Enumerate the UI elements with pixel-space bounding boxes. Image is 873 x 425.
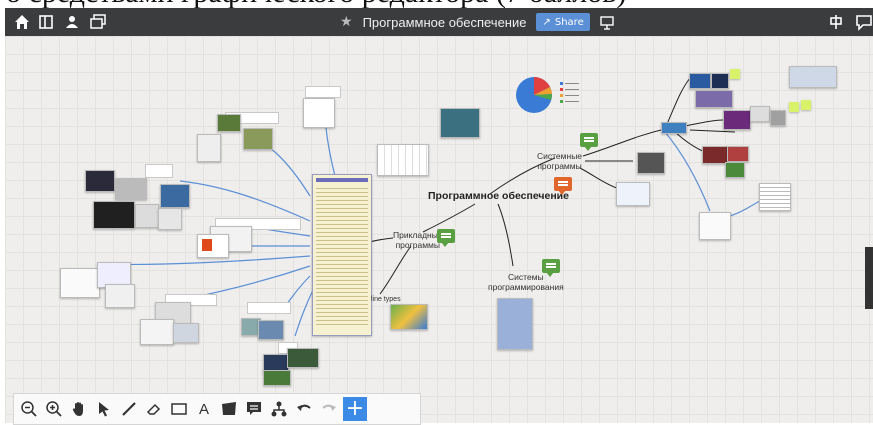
image-thumbnail[interactable] xyxy=(115,178,147,200)
image-thumbnail[interactable] xyxy=(390,304,428,330)
image-thumbnail[interactable] xyxy=(160,184,190,208)
document-text-strip: о средствами графического редактора (7 б… xyxy=(0,0,873,8)
link-card[interactable] xyxy=(247,302,291,314)
image-thumbnail[interactable] xyxy=(287,348,319,368)
image-thumbnail[interactable] xyxy=(217,114,241,132)
sticky-note[interactable] xyxy=(730,69,740,79)
image-thumbnail[interactable] xyxy=(661,122,687,134)
add-icon[interactable]: + xyxy=(343,397,367,421)
comment-marker[interactable] xyxy=(437,229,455,247)
comment-marker[interactable] xyxy=(542,259,560,277)
image-thumbnail[interactable] xyxy=(85,170,115,192)
rectangle-icon[interactable] xyxy=(168,398,190,420)
image-thumbnail[interactable] xyxy=(243,128,273,150)
image-thumbnail[interactable] xyxy=(105,284,135,308)
side-panel-tab[interactable] xyxy=(865,247,873,309)
board-title[interactable]: Программное обеспечение xyxy=(363,15,527,30)
image-thumbnail[interactable] xyxy=(695,90,733,108)
image-thumbnail[interactable] xyxy=(93,201,135,229)
zoom-out-icon[interactable] xyxy=(18,398,40,420)
top-bar: ★ Программное обеспечение ↗ Share xyxy=(5,8,873,36)
sticky-note[interactable] xyxy=(801,100,811,110)
pointer-icon[interactable] xyxy=(93,398,115,420)
board-canvas[interactable]: Программное обеспечение Системные програ… xyxy=(5,36,873,423)
image-thumbnail[interactable] xyxy=(258,320,284,340)
image-thumbnail[interactable] xyxy=(711,73,729,89)
share-icon: ↗ xyxy=(542,16,551,28)
doc-lines xyxy=(316,185,368,325)
image-thumbnail[interactable] xyxy=(637,152,665,174)
image-thumbnail[interactable] xyxy=(158,208,182,230)
image-thumbnail[interactable] xyxy=(616,182,650,206)
library-icon[interactable] xyxy=(37,13,55,31)
image-thumbnail[interactable] xyxy=(723,110,751,130)
image-thumbnail[interactable] xyxy=(750,106,770,122)
image-thumbnail[interactable] xyxy=(440,108,480,138)
presentation-icon[interactable] xyxy=(600,15,614,30)
image-thumbnail[interactable] xyxy=(135,204,159,228)
pie-icon xyxy=(516,77,579,113)
comment-icon[interactable] xyxy=(855,13,873,31)
redo-icon[interactable] xyxy=(318,398,340,420)
image-thumbnail[interactable] xyxy=(789,66,837,88)
image-thumbnail[interactable] xyxy=(770,110,786,126)
hand-icon[interactable] xyxy=(68,398,90,420)
share-button[interactable]: ↗ Share xyxy=(536,13,590,31)
pie-chart-thumbnail[interactable] xyxy=(510,74,588,114)
mindmap-icon[interactable] xyxy=(268,398,290,420)
office-logo-thumbnail[interactable] xyxy=(197,234,229,258)
image-thumbnail[interactable] xyxy=(699,212,731,240)
image-thumbnail[interactable] xyxy=(303,98,335,128)
link-card[interactable] xyxy=(145,164,173,178)
image-thumbnail[interactable] xyxy=(497,298,533,350)
comment-icon[interactable] xyxy=(243,398,265,420)
home-icon[interactable] xyxy=(13,13,31,31)
doc-header-bar xyxy=(316,178,368,182)
eraser-icon[interactable] xyxy=(143,398,165,420)
image-thumbnail[interactable] xyxy=(140,319,174,345)
comment-marker[interactable] xyxy=(580,133,598,151)
image-thumbnail[interactable] xyxy=(60,268,100,298)
office-icon xyxy=(202,239,212,251)
sub-node-line-types[interactable]: line types xyxy=(371,296,401,303)
image-thumbnail[interactable] xyxy=(759,183,791,211)
root-node[interactable]: Программное обеспечение xyxy=(428,190,569,202)
branch-applied-programs[interactable]: Прикладные программы xyxy=(393,230,443,250)
central-document-thumbnail[interactable] xyxy=(312,174,372,336)
text-icon[interactable]: A xyxy=(193,398,215,420)
users-icon[interactable] xyxy=(63,13,81,31)
pen-icon[interactable] xyxy=(118,398,140,420)
image-thumbnail[interactable] xyxy=(197,134,221,162)
link-card[interactable] xyxy=(305,86,341,98)
undo-icon[interactable] xyxy=(293,398,315,420)
screens-icon[interactable] xyxy=(89,13,107,31)
sticky-note[interactable] xyxy=(789,102,799,112)
image-thumbnail[interactable] xyxy=(173,323,199,343)
bottom-toolbar: A + xyxy=(13,393,421,425)
present-icon[interactable] xyxy=(827,13,845,31)
zoom-in-icon[interactable] xyxy=(43,398,65,420)
comment-marker[interactable] xyxy=(554,177,572,195)
image-thumbnail[interactable] xyxy=(263,370,291,386)
sticky-icon[interactable] xyxy=(218,398,240,420)
image-thumbnail[interactable] xyxy=(725,162,745,178)
image-thumbnail[interactable] xyxy=(727,146,749,162)
image-thumbnail[interactable] xyxy=(689,73,711,89)
branch-system-programs[interactable]: Системные программы xyxy=(537,151,582,171)
title-area: ★ Программное обеспечение ↗ Share xyxy=(340,12,614,32)
star-icon[interactable]: ★ xyxy=(340,14,353,30)
image-thumbnail[interactable] xyxy=(377,144,429,176)
